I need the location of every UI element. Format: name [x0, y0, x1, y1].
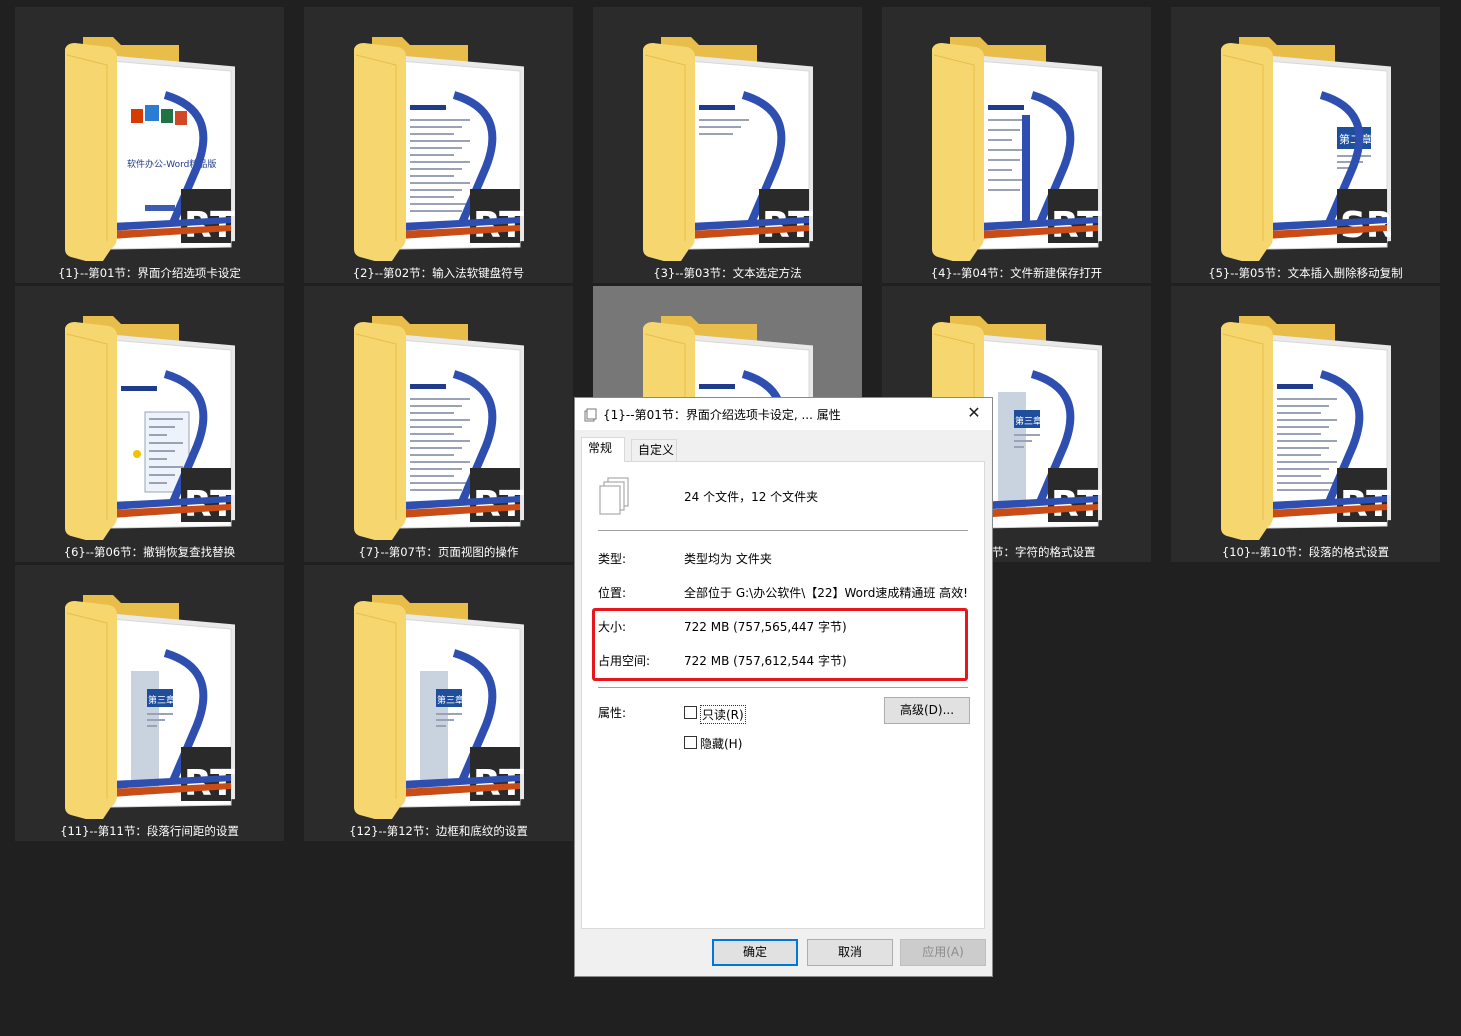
folder-caption: {7}--第07节：页面视图的操作 [358, 545, 519, 559]
folders-icon [584, 407, 598, 422]
folder-icon: 第二章 SRT [1221, 35, 1417, 264]
folder-icon: 第三章 RT [65, 593, 241, 822]
folder-caption: {3}--第03节：文本选定方法 [653, 266, 802, 280]
folder-icon: RT [354, 35, 530, 264]
apply-button[interactable]: 应用(A) [900, 939, 986, 966]
folder-icon: RT [1221, 314, 1397, 543]
folder-caption: {12}--第12节：边框和底纹的设置 [349, 824, 528, 838]
folder-item-11[interactable]: 第三章 RT {11}--第11节：段落行间距的设置 [15, 565, 284, 841]
folder-caption: {1}--第01节：界面介绍选项卡设定 [58, 266, 241, 280]
folder-caption: {10}--第10节：段落的格式设置 [1221, 545, 1390, 559]
location-value: 全部位于 G:\办公软件\【22】Word速成精通班 高效! [684, 586, 968, 600]
folder-item-3[interactable]: RT {3}--第03节：文本选定方法 [593, 7, 862, 283]
folder-item-2[interactable]: RT {2}--第02节：输入法软键盘符号 [304, 7, 573, 283]
folder-item-1[interactable]: 软件办公-Word精品版 RT {1}--第01节：界面介绍选项卡设定 [15, 7, 284, 283]
chapter-label: 第三章 [437, 694, 464, 706]
cancel-button[interactable]: 取消 [807, 939, 893, 966]
folder-item-10[interactable]: RT {10}--第10节：段落的格式设置 [1171, 286, 1440, 562]
chapter-label: 第三章 [1015, 415, 1042, 427]
attributes-label: 属性: [598, 706, 627, 720]
folder-icon: 软件办公-Word精品版 RT [65, 35, 241, 264]
folder-icon: RT [354, 314, 530, 543]
folder-item-4[interactable]: RT {4}--第04节：文件新建保存打开 [882, 7, 1151, 283]
close-icon[interactable]: ✕ [962, 402, 986, 426]
folder-item-6[interactable]: RT {6}--第06节：撤销恢复查找替换 [15, 286, 284, 562]
folder-item-12[interactable]: 第三章 RT {12}--第12节：边框和底纹的设置 [304, 565, 573, 841]
folder-icon: RT [932, 35, 1108, 264]
folder-icon: 第三章 RT [354, 593, 530, 822]
divider [598, 687, 968, 688]
divider [598, 530, 968, 531]
properties-dialog: {1}--第01节：界面介绍选项卡设定, ... 属性 ✕ 常规 自定义 24 … [574, 397, 993, 977]
folder-caption: 节：字符的格式设置 [992, 545, 1096, 559]
location-label: 位置: [598, 586, 627, 600]
readonly-label[interactable]: 只读(R) [700, 705, 746, 724]
hidden-label[interactable]: 隐藏(H) [700, 735, 742, 752]
dialog-titlebar[interactable]: {1}--第01节：界面介绍选项卡设定, ... 属性 ✕ [575, 398, 992, 430]
tab-custom[interactable]: 自定义 [631, 439, 677, 461]
summary-text: 24 个文件，12 个文件夹 [684, 490, 819, 504]
folder-caption: {2}--第02节：输入法软键盘符号 [352, 266, 525, 280]
ok-button[interactable]: 确定 [712, 939, 798, 966]
folder-item-7[interactable]: RT {7}--第07节：页面视图的操作 [304, 286, 573, 562]
advanced-button[interactable]: 高级(D)... [884, 697, 970, 724]
folder-caption: {5}--第05节：文本插入删除移动复制 [1208, 266, 1403, 280]
folder-caption: {6}--第06节：撤销恢复查找替换 [63, 545, 236, 559]
folder-caption: {11}--第11节：段落行间距的设置 [60, 824, 239, 838]
readonly-checkbox[interactable] [684, 706, 697, 719]
multi-file-icon [598, 476, 634, 516]
folder-icon: RT [643, 35, 819, 264]
size-highlight-box [592, 608, 968, 681]
general-panel: 24 个文件，12 个文件夹 类型: 类型均为 文件夹 位置: 全部位于 G:\… [581, 461, 985, 929]
dialog-title: {1}--第01节：界面介绍选项卡设定, ... 属性 [603, 408, 841, 422]
tab-general[interactable]: 常规 [581, 437, 625, 462]
folder-caption: {4}--第04节：文件新建保存打开 [930, 266, 1103, 280]
folder-item-5[interactable]: 第二章 SRT {5}--第05节：文本插入删除移动复制 [1171, 7, 1440, 283]
type-label: 类型: [598, 552, 627, 566]
chapter-label: 第三章 [148, 694, 175, 706]
hidden-checkbox[interactable] [684, 736, 697, 749]
folder-icon: RT [65, 314, 241, 543]
type-value: 类型均为 文件夹 [684, 552, 772, 566]
